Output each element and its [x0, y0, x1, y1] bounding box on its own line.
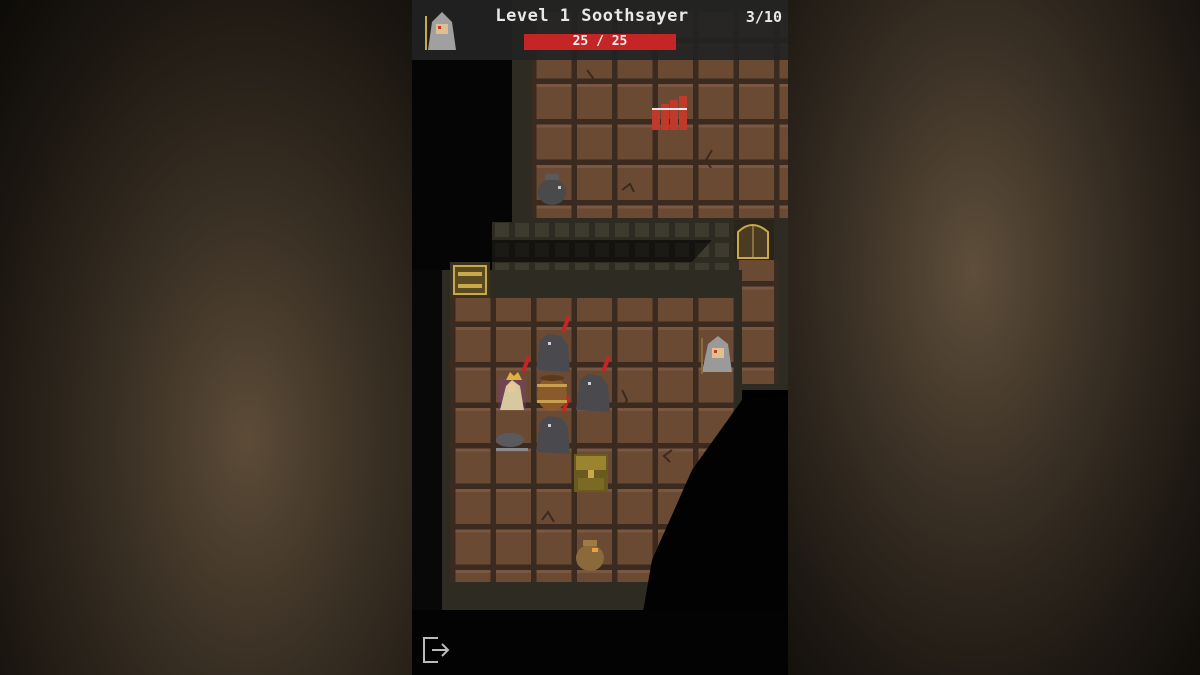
blurred-background-right	[788, 0, 1200, 675]
chest-icon[interactable]	[574, 454, 608, 492]
health-bar: 25 / 25	[524, 34, 676, 50]
game-screen[interactable]: Level 1 Soothsayer 25 / 25 3/10	[412, 0, 788, 675]
blurred-background-left	[0, 0, 412, 675]
health-text: 25 / 25	[572, 34, 628, 49]
door-left-locked[interactable]	[450, 262, 490, 298]
hero-title: Level 1 Soothsayer	[495, 6, 689, 26]
hooded-mage-icon[interactable]	[420, 8, 464, 52]
door-right-arched[interactable]	[734, 220, 774, 260]
status-bar: Level 1 Soothsayer 25 / 25 3/10	[412, 0, 788, 60]
dungeon-depth: 3/10	[745, 8, 782, 26]
fog-of-war	[412, 610, 788, 675]
dungeon-map[interactable]	[412, 0, 788, 675]
exit-door-icon[interactable]	[420, 634, 452, 666]
